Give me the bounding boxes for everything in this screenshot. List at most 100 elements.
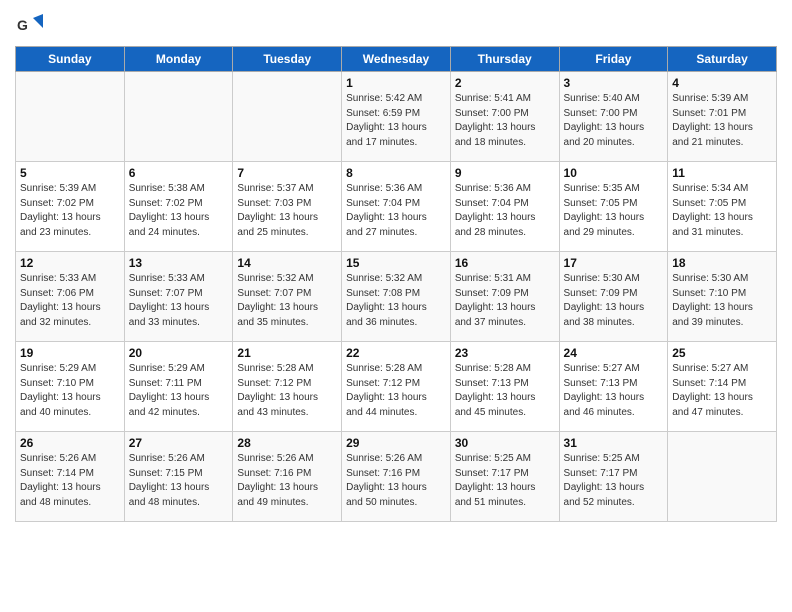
day-number: 5 bbox=[20, 166, 120, 180]
day-info: Sunrise: 5:32 AM Sunset: 7:07 PM Dayligh… bbox=[237, 272, 337, 330]
day-number: 20 bbox=[129, 346, 229, 360]
day-cell: 20 Sunrise: 5:29 AM Sunset: 7:11 PM Dayli… bbox=[124, 342, 233, 432]
logo: G bbox=[15, 10, 47, 38]
day-info: Sunrise: 5:28 AM Sunset: 7:13 PM Dayligh… bbox=[455, 362, 555, 420]
header-day-friday: Friday bbox=[559, 47, 668, 72]
day-cell: 30Sunrise: 5:25 AM Sunset: 7:17 PM Dayli… bbox=[450, 432, 559, 522]
day-cell bbox=[16, 72, 125, 162]
day-info: Sunrise: 5:36 AM Sunset: 7:04 PM Dayligh… bbox=[346, 182, 446, 240]
day-cell: 6 Sunrise: 5:38 AM Sunset: 7:02 PM Daylig… bbox=[124, 162, 233, 252]
day-cell: 19 Sunrise: 5:29 AM Sunset: 7:10 PM Dayli… bbox=[16, 342, 125, 432]
day-cell: 25 Sunrise: 5:27 AM Sunset: 7:14 PM Dayli… bbox=[668, 342, 777, 432]
day-cell: 1Sunrise: 5:42 AM Sunset: 6:59 PM Daylig… bbox=[342, 72, 451, 162]
day-info: Sunrise: 5:28 AM Sunset: 7:12 PM Dayligh… bbox=[237, 362, 337, 420]
day-info: Sunrise: 5:28 AM Sunset: 7:12 PM Dayligh… bbox=[346, 362, 446, 420]
day-info: Sunrise: 5:33 AM Sunset: 7:07 PM Dayligh… bbox=[129, 272, 229, 330]
day-info: Sunrise: 5:26 AM Sunset: 7:14 PM Dayligh… bbox=[20, 452, 120, 510]
week-row-1: 1Sunrise: 5:42 AM Sunset: 6:59 PM Daylig… bbox=[16, 72, 777, 162]
header-day-monday: Monday bbox=[124, 47, 233, 72]
day-info: Sunrise: 5:41 AM Sunset: 7:00 PM Dayligh… bbox=[455, 92, 555, 150]
day-cell: 3 Sunrise: 5:40 AM Sunset: 7:00 PM Daylig… bbox=[559, 72, 668, 162]
day-cell: 9 Sunrise: 5:36 AM Sunset: 7:04 PM Daylig… bbox=[450, 162, 559, 252]
header-day-tuesday: Tuesday bbox=[233, 47, 342, 72]
day-cell bbox=[668, 432, 777, 522]
day-info: Sunrise: 5:34 AM Sunset: 7:05 PM Dayligh… bbox=[672, 182, 772, 240]
logo-icon: G bbox=[15, 10, 43, 38]
day-cell: 29 Sunrise: 5:26 AM Sunset: 7:16 PM Dayli… bbox=[342, 432, 451, 522]
day-cell: 31Sunrise: 5:25 AM Sunset: 7:17 PM Dayli… bbox=[559, 432, 668, 522]
day-info: Sunrise: 5:26 AM Sunset: 7:15 PM Dayligh… bbox=[129, 452, 229, 510]
day-cell: 17 Sunrise: 5:30 AM Sunset: 7:09 PM Dayli… bbox=[559, 252, 668, 342]
day-cell bbox=[233, 72, 342, 162]
day-info: Sunrise: 5:27 AM Sunset: 7:14 PM Dayligh… bbox=[672, 362, 772, 420]
day-cell: 11Sunrise: 5:34 AM Sunset: 7:05 PM Dayli… bbox=[668, 162, 777, 252]
day-number: 3 bbox=[564, 76, 664, 90]
day-cell: 18 Sunrise: 5:30 AM Sunset: 7:10 PM Dayli… bbox=[668, 252, 777, 342]
svg-text:G: G bbox=[17, 17, 28, 33]
day-info: Sunrise: 5:37 AM Sunset: 7:03 PM Dayligh… bbox=[237, 182, 337, 240]
day-number: 13 bbox=[129, 256, 229, 270]
day-cell: 14 Sunrise: 5:32 AM Sunset: 7:07 PM Dayli… bbox=[233, 252, 342, 342]
day-number: 26 bbox=[20, 436, 120, 450]
week-row-5: 26 Sunrise: 5:26 AM Sunset: 7:14 PM Dayli… bbox=[16, 432, 777, 522]
day-cell: 22 Sunrise: 5:28 AM Sunset: 7:12 PM Dayli… bbox=[342, 342, 451, 432]
day-info: Sunrise: 5:32 AM Sunset: 7:08 PM Dayligh… bbox=[346, 272, 446, 330]
day-number: 19 bbox=[20, 346, 120, 360]
day-cell: 27 Sunrise: 5:26 AM Sunset: 7:15 PM Dayli… bbox=[124, 432, 233, 522]
day-number: 10 bbox=[564, 166, 664, 180]
header-day-saturday: Saturday bbox=[668, 47, 777, 72]
day-number: 18 bbox=[672, 256, 772, 270]
day-info: Sunrise: 5:29 AM Sunset: 7:10 PM Dayligh… bbox=[20, 362, 120, 420]
day-info: Sunrise: 5:27 AM Sunset: 7:13 PM Dayligh… bbox=[564, 362, 664, 420]
header-day-sunday: Sunday bbox=[16, 47, 125, 72]
day-number: 9 bbox=[455, 166, 555, 180]
day-number: 16 bbox=[455, 256, 555, 270]
calendar-table: SundayMondayTuesdayWednesdayThursdayFrid… bbox=[15, 46, 777, 522]
day-number: 29 bbox=[346, 436, 446, 450]
day-number: 17 bbox=[564, 256, 664, 270]
day-info: Sunrise: 5:29 AM Sunset: 7:11 PM Dayligh… bbox=[129, 362, 229, 420]
day-info: Sunrise: 5:25 AM Sunset: 7:17 PM Dayligh… bbox=[564, 452, 664, 510]
day-info: Sunrise: 5:26 AM Sunset: 7:16 PM Dayligh… bbox=[346, 452, 446, 510]
day-number: 25 bbox=[672, 346, 772, 360]
day-cell: 23 Sunrise: 5:28 AM Sunset: 7:13 PM Dayli… bbox=[450, 342, 559, 432]
day-number: 24 bbox=[564, 346, 664, 360]
page-header: G bbox=[15, 10, 777, 38]
day-number: 12 bbox=[20, 256, 120, 270]
day-number: 28 bbox=[237, 436, 337, 450]
header-day-wednesday: Wednesday bbox=[342, 47, 451, 72]
day-info: Sunrise: 5:42 AM Sunset: 6:59 PM Dayligh… bbox=[346, 92, 446, 150]
day-info: Sunrise: 5:31 AM Sunset: 7:09 PM Dayligh… bbox=[455, 272, 555, 330]
day-info: Sunrise: 5:30 AM Sunset: 7:10 PM Dayligh… bbox=[672, 272, 772, 330]
day-number: 23 bbox=[455, 346, 555, 360]
day-cell: 4Sunrise: 5:39 AM Sunset: 7:01 PM Daylig… bbox=[668, 72, 777, 162]
day-info: Sunrise: 5:35 AM Sunset: 7:05 PM Dayligh… bbox=[564, 182, 664, 240]
header-day-thursday: Thursday bbox=[450, 47, 559, 72]
day-number: 21 bbox=[237, 346, 337, 360]
day-info: Sunrise: 5:36 AM Sunset: 7:04 PM Dayligh… bbox=[455, 182, 555, 240]
day-info: Sunrise: 5:39 AM Sunset: 7:02 PM Dayligh… bbox=[20, 182, 120, 240]
day-info: Sunrise: 5:33 AM Sunset: 7:06 PM Dayligh… bbox=[20, 272, 120, 330]
day-cell: 24 Sunrise: 5:27 AM Sunset: 7:13 PM Dayli… bbox=[559, 342, 668, 432]
day-info: Sunrise: 5:40 AM Sunset: 7:00 PM Dayligh… bbox=[564, 92, 664, 150]
calendar-header: SundayMondayTuesdayWednesdayThursdayFrid… bbox=[16, 47, 777, 72]
day-info: Sunrise: 5:30 AM Sunset: 7:09 PM Dayligh… bbox=[564, 272, 664, 330]
calendar-body: 1Sunrise: 5:42 AM Sunset: 6:59 PM Daylig… bbox=[16, 72, 777, 522]
day-cell: 13 Sunrise: 5:33 AM Sunset: 7:07 PM Dayli… bbox=[124, 252, 233, 342]
day-number: 6 bbox=[129, 166, 229, 180]
day-number: 8 bbox=[346, 166, 446, 180]
day-number: 14 bbox=[237, 256, 337, 270]
day-number: 27 bbox=[129, 436, 229, 450]
day-cell: 8 Sunrise: 5:36 AM Sunset: 7:04 PM Daylig… bbox=[342, 162, 451, 252]
day-cell: 7Sunrise: 5:37 AM Sunset: 7:03 PM Daylig… bbox=[233, 162, 342, 252]
day-info: Sunrise: 5:38 AM Sunset: 7:02 PM Dayligh… bbox=[129, 182, 229, 240]
header-row: SundayMondayTuesdayWednesdayThursdayFrid… bbox=[16, 47, 777, 72]
week-row-4: 19 Sunrise: 5:29 AM Sunset: 7:10 PM Dayli… bbox=[16, 342, 777, 432]
day-number: 30 bbox=[455, 436, 555, 450]
day-cell: 15Sunrise: 5:32 AM Sunset: 7:08 PM Dayli… bbox=[342, 252, 451, 342]
day-info: Sunrise: 5:26 AM Sunset: 7:16 PM Dayligh… bbox=[237, 452, 337, 510]
day-cell: 2Sunrise: 5:41 AM Sunset: 7:00 PM Daylig… bbox=[450, 72, 559, 162]
day-cell bbox=[124, 72, 233, 162]
day-cell: 26 Sunrise: 5:26 AM Sunset: 7:14 PM Dayli… bbox=[16, 432, 125, 522]
day-number: 22 bbox=[346, 346, 446, 360]
